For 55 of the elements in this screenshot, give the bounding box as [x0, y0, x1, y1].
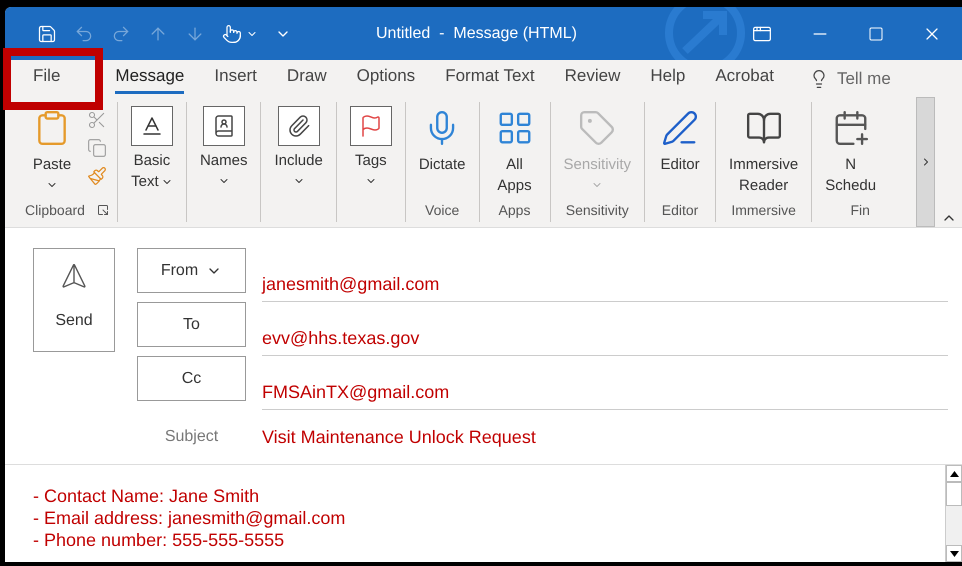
ribbon-display-icon[interactable] — [752, 24, 772, 44]
ribbon-button[interactable]: N Schedu — [812, 102, 890, 200]
group-label: Clipboard — [25, 201, 85, 219]
ribbon-tab[interactable]: Format Text — [430, 60, 550, 97]
address-field[interactable]: evv@hhs.texas.gov — [262, 312, 948, 356]
ribbon-button[interactable]: Include — [261, 102, 336, 200]
ribbon-button[interactable]: Names — [186, 102, 260, 200]
save-icon[interactable] — [37, 24, 57, 44]
send-button[interactable]: Send — [33, 248, 115, 352]
ribbon-button[interactable]: Immersive Reader — [716, 102, 812, 200]
scroll-thumb[interactable] — [946, 482, 962, 506]
address-button[interactable]: Cc — [137, 356, 246, 401]
ribbon-tab[interactable]: Message — [100, 60, 200, 97]
message-body[interactable]: - Contact Name: Jane Smith - Email address: janesmith@gmail.com - Phone number: 555-555-5555 — [5, 465, 945, 562]
address-button[interactable]: To — [137, 302, 246, 347]
scroll-up-icon[interactable] — [946, 465, 962, 482]
subject-field[interactable]: Visit Maintenance Unlock Request — [262, 424, 948, 450]
maximize-icon[interactable] — [868, 26, 884, 42]
ribbon-button[interactable]: Basic Text — [118, 102, 186, 200]
search-field[interactable]: Tell me — [836, 66, 917, 92]
ribbon-tab[interactable]: Help — [635, 60, 700, 97]
scrollbar[interactable] — [945, 465, 962, 562]
scissors-icon[interactable] — [87, 110, 107, 130]
group-label: Sensitivity — [566, 201, 629, 219]
group-label: Immersive — [731, 201, 796, 219]
ribbon-button[interactable]: Editor — [645, 102, 716, 200]
ribbon-tab[interactable]: Acrobat — [700, 60, 789, 97]
ribbon-tab[interactable]: Insert — [199, 60, 272, 97]
subject-label: Subject — [164, 427, 220, 447]
window-title: Untitled - Message (HTML) — [376, 24, 577, 44]
ribbon-button[interactable]: Tags — [336, 102, 405, 200]
ribbon-button[interactable]: Paste — [17, 102, 87, 200]
ribbon-button[interactable]: All Apps — [480, 102, 550, 200]
group-label: Voice — [425, 201, 460, 219]
touch-icon[interactable] — [222, 24, 242, 44]
scroll-down-icon[interactable] — [946, 545, 962, 562]
address-button[interactable]: From — [137, 248, 246, 293]
group-label: Editor — [662, 201, 698, 219]
ribbon-tab[interactable]: Draw — [272, 60, 342, 97]
body-line: - Email address: janesmith@gmail.com — [33, 507, 346, 529]
copy-icon[interactable] — [87, 138, 107, 158]
ribbon-button[interactable]: Dictate — [406, 102, 479, 200]
body-line: - Contact Name: Jane Smith — [33, 485, 260, 507]
ribbon-tab[interactable]: Review — [550, 60, 636, 97]
ribbon-tab[interactable]: Options — [342, 60, 430, 97]
ribbon-tab[interactable]: File — [13, 60, 100, 97]
group-label: Apps — [498, 201, 530, 219]
group-label: Fin — [850, 201, 870, 219]
paperclip-icon — [286, 114, 311, 138]
address-field[interactable]: janesmith@gmail.com — [262, 258, 948, 302]
address-field[interactable]: FMSAinTX@gmail.com — [262, 366, 948, 410]
pen-icon — [661, 109, 700, 147]
dialog-launcher-icon[interactable] — [96, 204, 109, 216]
body-line: - Phone number: 555-555-5555 — [33, 529, 286, 551]
tag-icon — [578, 109, 616, 147]
